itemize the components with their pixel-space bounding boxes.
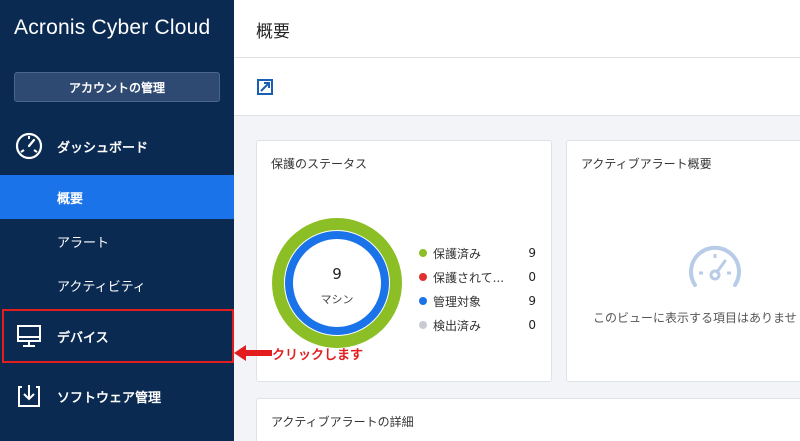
empty-gauge-icon — [685, 241, 745, 301]
legend-item[interactable]: 管理対象 9 — [419, 289, 544, 313]
sidebar-item-label: ソフトウェア管理 — [57, 390, 162, 406]
widget-title: 保護のステータス — [271, 157, 368, 171]
active-alerts-overview-widget: アクティブアラート概要 このビューに表示する項目はありませ — [566, 140, 800, 382]
toolbar — [234, 58, 800, 116]
legend-item[interactable]: 保護済み 9 — [419, 241, 544, 265]
protection-donut-chart: 9 マシン — [271, 217, 403, 349]
sidebar-item-activities[interactable]: アクティビティ — [0, 263, 234, 307]
legend-item[interactable]: 検出済み 0 — [419, 313, 544, 337]
sidebar-item-label: アラート — [57, 235, 110, 251]
legend-label: 保護されて... — [433, 270, 505, 285]
sidebar: Acronis Cyber Cloud アカウントの管理 ダッシュボード 概要 … — [0, 0, 234, 441]
legend-dot — [419, 273, 427, 281]
manage-account-button[interactable]: アカウントの管理 — [14, 72, 220, 102]
donut-ring-managed — [285, 231, 389, 335]
legend-value: 9 — [528, 294, 536, 308]
protection-legend: 保護済み 9 保護されて... 0 管理対象 9 検出済み 0 — [419, 241, 544, 337]
sidebar-item-label: ダッシュボード — [57, 140, 149, 156]
dashboard-gauge-icon — [14, 131, 44, 161]
active-alerts-detail-widget: アクティブアラートの詳細 — [256, 398, 800, 441]
legend-label: 管理対象 — [433, 294, 482, 309]
app-window: Acronis Cyber Cloud アカウントの管理 ダッシュボード 概要 … — [0, 0, 800, 441]
sidebar-item-software-management[interactable]: ソフトウェア管理 — [0, 374, 234, 418]
arrow-left-icon — [234, 343, 274, 363]
legend-dot — [419, 297, 427, 305]
legend-label: 保護済み — [433, 246, 482, 261]
expand-icon[interactable] — [256, 78, 274, 96]
click-annotation-label: クリックします — [272, 348, 364, 363]
sidebar-item-label: アクティビティ — [57, 279, 146, 295]
donut-ring-protected — [272, 218, 402, 348]
sidebar-item-label: 概要 — [57, 191, 84, 207]
widget-title: アクティブアラート概要 — [581, 157, 712, 171]
legend-value: 0 — [528, 318, 536, 332]
legend-dot — [419, 249, 427, 257]
sidebar-item-overview[interactable]: 概要 — [0, 175, 234, 219]
legend-item[interactable]: 保護されて... 0 — [419, 265, 544, 289]
download-box-icon — [14, 381, 44, 411]
machine-count: 9 — [332, 265, 342, 283]
sidebar-item-alerts[interactable]: アラート — [0, 219, 234, 263]
sidebar-item-dashboard[interactable]: ダッシュボード — [0, 124, 234, 168]
empty-state-text: このビューに表示する項目はありませ — [593, 311, 797, 325]
legend-label: 検出済み — [433, 318, 482, 333]
legend-value: 0 — [528, 270, 536, 284]
highlight-box — [2, 309, 234, 363]
widget-title: アクティブアラートの詳細 — [271, 415, 414, 429]
machine-unit: マシン — [320, 293, 354, 306]
legend-dot — [419, 321, 427, 329]
brand-logo: Acronis Cyber Cloud — [14, 16, 211, 39]
page-header: 概要 — [234, 0, 800, 58]
page-title: 概要 — [256, 22, 290, 42]
legend-value: 9 — [528, 246, 536, 260]
